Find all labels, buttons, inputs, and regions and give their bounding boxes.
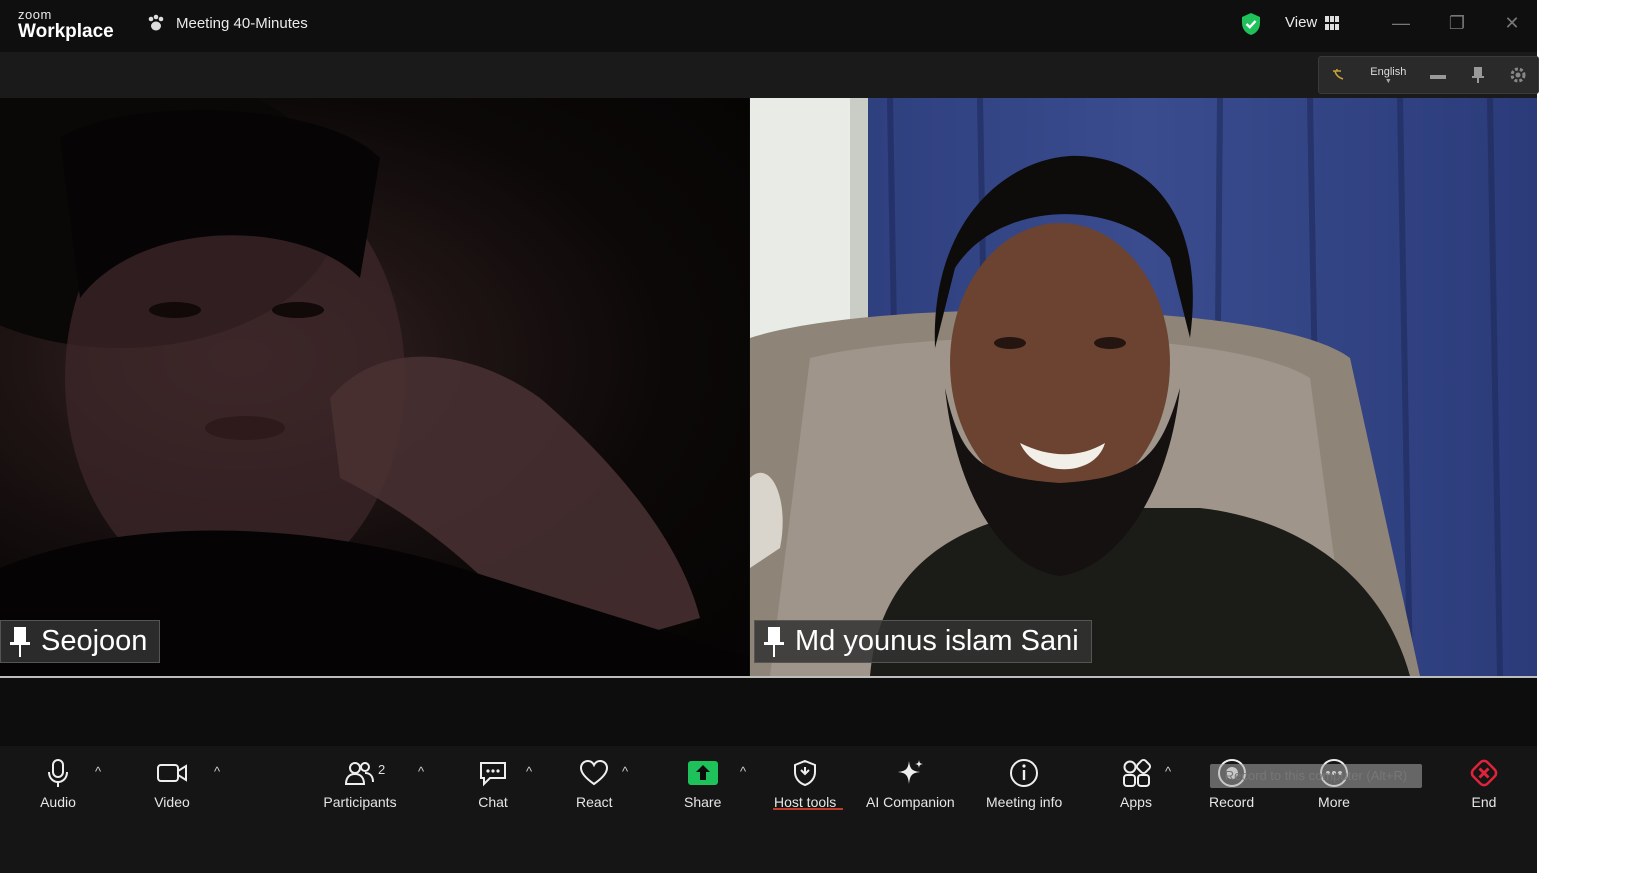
pin-icon <box>10 626 30 657</box>
view-button[interactable]: View <box>1285 14 1340 31</box>
ai-companion-label: AI Companion <box>866 794 955 810</box>
meeting-info-label: Meeting info <box>986 794 1063 810</box>
apps-label: Apps <box>1120 794 1152 810</box>
apps-button[interactable]: Apps <box>1118 756 1154 810</box>
paw-icon <box>148 14 164 31</box>
caret-down-icon: ▼ <box>1384 77 1392 85</box>
language-selector[interactable]: English ▼ <box>1370 66 1406 85</box>
video-tile-md-younus-islam-sani[interactable]: Md younus islam Sani <box>750 98 1537 676</box>
chat-label: Chat <box>478 794 508 810</box>
chat-button[interactable]: Chat <box>475 756 511 810</box>
record-label: Record <box>1209 794 1255 810</box>
participants-label: Participants <box>323 794 397 810</box>
sparkle-icon <box>892 756 928 790</box>
view-label: View <box>1285 14 1318 31</box>
audio-label: Audio <box>40 794 76 810</box>
chat-bubble-icon <box>475 756 511 790</box>
meeting-title[interactable]: Meeting 40-Minutes <box>146 14 308 32</box>
more-label: More <box>1318 794 1350 810</box>
participant-name-tag: Seojoon <box>0 620 161 663</box>
host-tools-shield-icon <box>787 756 823 790</box>
video-label: Video <box>154 794 190 810</box>
caret-up-icon[interactable]: ^ <box>95 764 101 779</box>
logo-line-1: zoom <box>18 7 52 22</box>
heart-icon <box>576 756 612 790</box>
gallery-divider <box>0 676 1537 678</box>
info-icon <box>1006 756 1042 790</box>
participant-name-tag: Md younus islam Sani <box>754 620 1092 663</box>
host-tools-button[interactable]: Host tools <box>774 756 836 810</box>
zoom-workplace-logo: zoom Workplace <box>18 8 114 41</box>
restore-icon[interactable]: ❐ <box>1446 12 1468 34</box>
title-bar: zoom Workplace Meeting 40-Minutes View —… <box>0 0 1537 52</box>
logo-line-2: Workplace <box>18 21 114 42</box>
audio-button[interactable]: Audio <box>40 756 76 810</box>
ai-companion-button[interactable]: AI Companion <box>866 756 955 810</box>
participant-name: Md younus islam Sani <box>795 625 1079 657</box>
share-button[interactable]: Share <box>684 756 721 810</box>
participants-button[interactable]: 2 Participants <box>320 756 400 810</box>
participants-count: 2 <box>378 762 386 777</box>
caret-up-icon[interactable]: ^ <box>418 764 424 779</box>
video-camera-icon <box>154 756 190 790</box>
translate-icon[interactable] <box>1330 66 1348 84</box>
collapse-icon[interactable] <box>1429 66 1447 84</box>
video-tile-seojoon[interactable]: Seojoon <box>0 98 749 676</box>
apps-icon <box>1118 756 1154 790</box>
settings-gear-icon[interactable] <box>1509 66 1527 84</box>
end-label: End <box>1471 794 1497 810</box>
react-button[interactable]: React <box>576 756 613 810</box>
end-meeting-icon <box>1466 756 1502 790</box>
meeting-info-button[interactable]: Meeting info <box>986 756 1062 810</box>
host-tools-indicator <box>773 808 843 810</box>
video-button[interactable]: Video <box>154 756 190 810</box>
end-button[interactable]: End <box>1466 756 1502 810</box>
top-gray-bar <box>0 52 1537 98</box>
minimize-icon[interactable]: — <box>1390 12 1412 34</box>
participant-name: Seojoon <box>41 625 148 657</box>
floating-language-toolbar: English ▼ <box>1318 56 1539 94</box>
encryption-shield-icon[interactable] <box>1239 12 1263 36</box>
participant-video-feed <box>750 98 1537 676</box>
caret-up-icon[interactable]: ^ <box>214 764 220 779</box>
caret-up-icon[interactable]: ^ <box>1165 764 1171 779</box>
grid-icon <box>1325 15 1340 30</box>
share-label: Share <box>684 794 722 810</box>
close-icon[interactable]: ✕ <box>1501 12 1523 34</box>
caret-up-icon[interactable]: ^ <box>526 764 532 779</box>
participant-video-feed <box>0 98 749 676</box>
share-arrow-icon <box>685 756 721 790</box>
react-label: React <box>576 794 613 810</box>
caret-up-icon[interactable]: ^ <box>740 764 746 779</box>
pin-icon <box>764 626 784 657</box>
participants-icon: 2 <box>320 756 400 790</box>
pin-toolbar-icon[interactable] <box>1469 66 1487 84</box>
language-label: English <box>1370 65 1407 78</box>
caret-up-icon[interactable]: ^ <box>622 764 628 779</box>
zoom-meeting-window: zoom Workplace Meeting 40-Minutes View —… <box>0 0 1539 873</box>
meeting-title-text: Meeting 40-Minutes <box>176 14 308 32</box>
microphone-icon <box>40 756 76 790</box>
record-tooltip: Record to this computer (Alt+R) <box>1210 764 1422 788</box>
